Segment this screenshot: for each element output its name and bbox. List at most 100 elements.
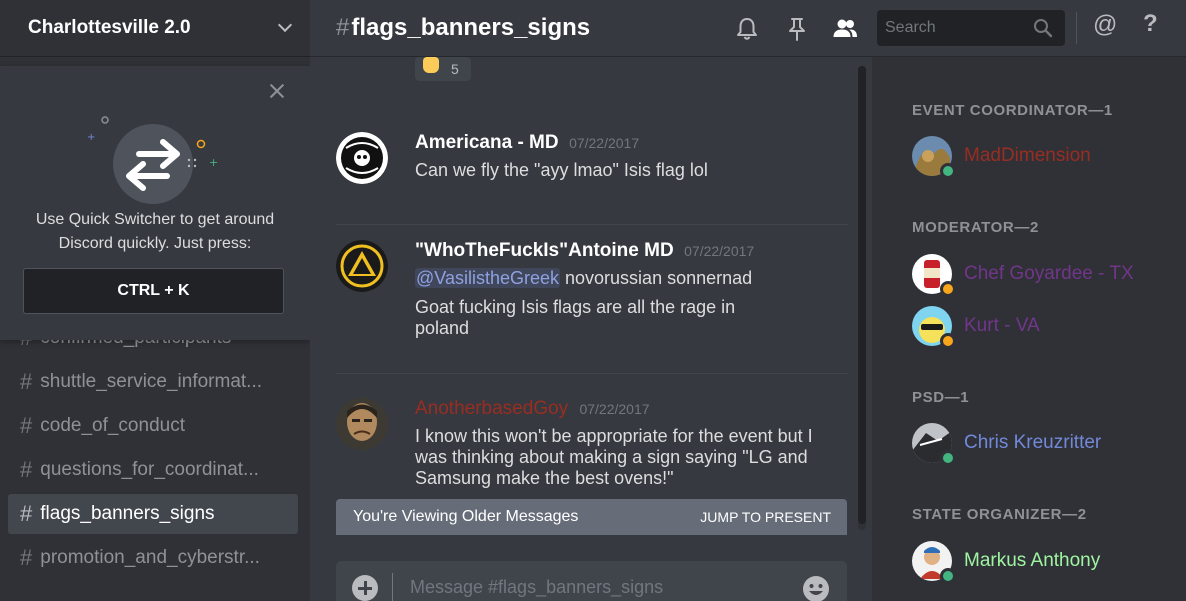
search-icon[interactable] bbox=[1033, 18, 1053, 38]
channel-promotion[interactable]: # promotion_and_cyberstr... bbox=[8, 538, 298, 578]
channel-label: flags_banners_signs bbox=[40, 503, 215, 524]
member-item[interactable]: Chef Goyardee - TX bbox=[912, 254, 1134, 297]
reaction-chip[interactable]: 5 bbox=[415, 57, 471, 81]
header-divider bbox=[1076, 12, 1077, 44]
avatar[interactable] bbox=[336, 398, 388, 450]
member-name: Chef Goyardee - TX bbox=[964, 263, 1134, 284]
emoji-icon[interactable] bbox=[802, 575, 830, 601]
member-item[interactable]: Chris Kreuzritter bbox=[912, 423, 1102, 466]
hash-icon: # bbox=[336, 14, 350, 41]
older-messages-text: You're Viewing Older Messages bbox=[353, 508, 579, 525]
role-header: EVENT COORDINATOR—1 bbox=[912, 102, 1113, 119]
message-text: I know this won't be appropriate for the… bbox=[415, 426, 813, 488]
hint-line-2: Discord quickly. Just press: bbox=[58, 235, 252, 252]
quick-switcher-illustration: + + bbox=[87, 116, 218, 204]
message-body: AnotherbasedGoy 07/22/2017 I know this w… bbox=[415, 398, 855, 489]
svg-text:+: + bbox=[209, 156, 218, 169]
channel-label: code_of_conduct bbox=[40, 415, 185, 436]
pin-icon[interactable] bbox=[784, 16, 810, 42]
older-messages-bar: You're Viewing Older Messages JUMP TO PR… bbox=[336, 499, 847, 535]
channel-questions-for-coordinators[interactable]: # questions_for_coordinat... bbox=[8, 450, 298, 490]
member-item[interactable]: Markus Anthony bbox=[912, 541, 1101, 584]
message: Americana - MD 07/22/2017 Can we fly the… bbox=[336, 132, 848, 192]
member-name: Chris Kreuzritter bbox=[964, 432, 1102, 453]
chevron-down-icon[interactable] bbox=[277, 17, 293, 33]
hint-line-1: Use Quick Switcher to get around bbox=[35, 211, 275, 228]
close-icon[interactable] bbox=[268, 82, 286, 100]
role-header: STATE ORGANIZER—2 bbox=[912, 506, 1087, 523]
status-online-icon bbox=[940, 163, 956, 179]
quick-switcher-popup: + + Use Quick Switcher to get around Dis… bbox=[0, 66, 310, 340]
channel-label: promotion_and_cyberstr... bbox=[40, 547, 260, 568]
channel-shuttle-service[interactable]: # shuttle_service_informat... bbox=[8, 362, 298, 402]
search-box[interactable] bbox=[877, 10, 1065, 46]
member-item[interactable]: MadDimension bbox=[912, 136, 1091, 179]
search-input[interactable] bbox=[877, 10, 1027, 46]
message-timestamp: 07/22/2017 bbox=[579, 401, 650, 417]
avatar[interactable] bbox=[336, 132, 388, 184]
channel-title: #flags_banners_signs bbox=[336, 14, 590, 42]
jump-to-present-button[interactable]: JUMP TO PRESENT bbox=[700, 509, 831, 525]
avatar bbox=[912, 254, 956, 297]
avatar[interactable] bbox=[336, 240, 388, 292]
hash-icon: # bbox=[20, 369, 33, 394]
channel-sidebar: Charlottesville 2.0 # confirmed_particip… bbox=[0, 0, 310, 601]
at-icon[interactable]: @ bbox=[1093, 11, 1117, 39]
attach-plus-icon[interactable] bbox=[352, 575, 378, 601]
avatar bbox=[912, 306, 956, 349]
message-body: "WhoTheFuckIs"Antoine MD 07/22/2017 @Vas… bbox=[415, 240, 855, 339]
message-author[interactable]: "WhoTheFuckIs"Antoine MD bbox=[415, 240, 674, 261]
author-name: AnotherbasedGoy bbox=[415, 398, 569, 419]
status-online-icon bbox=[940, 568, 956, 584]
svg-text:+: + bbox=[87, 132, 95, 143]
avatar bbox=[912, 423, 956, 466]
server-header[interactable]: Charlottesville 2.0 bbox=[0, 0, 310, 57]
channel-code-of-conduct[interactable]: # code_of_conduct bbox=[8, 406, 298, 446]
message-author[interactable]: AnotherbasedGoy bbox=[415, 398, 573, 419]
composer-divider bbox=[392, 573, 393, 601]
member-name: Kurt - VA bbox=[964, 315, 1040, 336]
message-text: Goat fucking Isis flags are all the rage… bbox=[415, 297, 736, 338]
status-idle-icon bbox=[940, 281, 956, 297]
avatar bbox=[912, 136, 956, 179]
channel-label: questions_for_coordinat... bbox=[40, 459, 259, 480]
hash-icon: # bbox=[20, 457, 33, 482]
hash-icon: # bbox=[20, 501, 33, 526]
role-header: PSD—1 bbox=[912, 389, 970, 406]
status-idle-icon bbox=[940, 333, 956, 349]
avatar bbox=[912, 541, 956, 584]
server-name: Charlottesville 2.0 bbox=[28, 17, 191, 38]
scrollbar-thumb[interactable] bbox=[858, 66, 866, 524]
member-name: MadDimension bbox=[964, 145, 1091, 166]
message-text: Can we fly the "ayy lmao" Isis flag lol bbox=[415, 160, 708, 180]
shortcut-key-button[interactable]: CTRL + K bbox=[23, 268, 284, 314]
member-name: Markus Anthony bbox=[964, 550, 1101, 571]
message-author[interactable]: Americana - MD bbox=[415, 132, 559, 153]
channel-title-text: flags_banners_signs bbox=[351, 14, 591, 41]
channel-flags-banners-signs[interactable]: # flags_banners_signs bbox=[8, 494, 298, 534]
reaction-count: 5 bbox=[451, 61, 459, 77]
message-timestamp: 07/22/2017 bbox=[569, 135, 640, 151]
message-text: @VasilistheGreek novorussian sonnernad bbox=[415, 268, 855, 289]
message-list[interactable]: 5 Americana - MD 07/22/2017 Can we fly t… bbox=[310, 57, 865, 601]
help-icon[interactable]: ? bbox=[1143, 10, 1158, 38]
chat-header: #flags_banners_signs @ ? bbox=[310, 0, 1186, 57]
message-divider bbox=[336, 224, 848, 225]
message-body: Americana - MD 07/22/2017 Can we fly the… bbox=[415, 132, 855, 181]
hand-emoji-icon bbox=[423, 57, 439, 73]
quick-switcher-hint: Use Quick Switcher to get around Discord… bbox=[0, 208, 310, 256]
channel-list: # confirmed_participants # shuttle_servi… bbox=[8, 318, 298, 582]
message-text-rest: novorussian sonnernad bbox=[565, 268, 753, 288]
message: AnotherbasedGoy 07/22/2017 I know this w… bbox=[336, 398, 848, 498]
message-input[interactable] bbox=[410, 573, 790, 601]
message-timestamp: 07/22/2017 bbox=[684, 243, 755, 259]
channel-label: shuttle_service_informat... bbox=[40, 371, 263, 392]
member-list: EVENT COORDINATOR—1 MadDimension MODERAT… bbox=[872, 57, 1186, 601]
hash-icon: # bbox=[20, 545, 33, 570]
user-mention[interactable]: @VasilistheGreek bbox=[415, 268, 560, 288]
hash-icon: # bbox=[20, 413, 33, 438]
message-divider bbox=[336, 373, 848, 374]
member-item[interactable]: Kurt - VA bbox=[912, 306, 1040, 349]
members-icon[interactable] bbox=[832, 16, 858, 42]
bell-icon[interactable] bbox=[734, 16, 760, 42]
